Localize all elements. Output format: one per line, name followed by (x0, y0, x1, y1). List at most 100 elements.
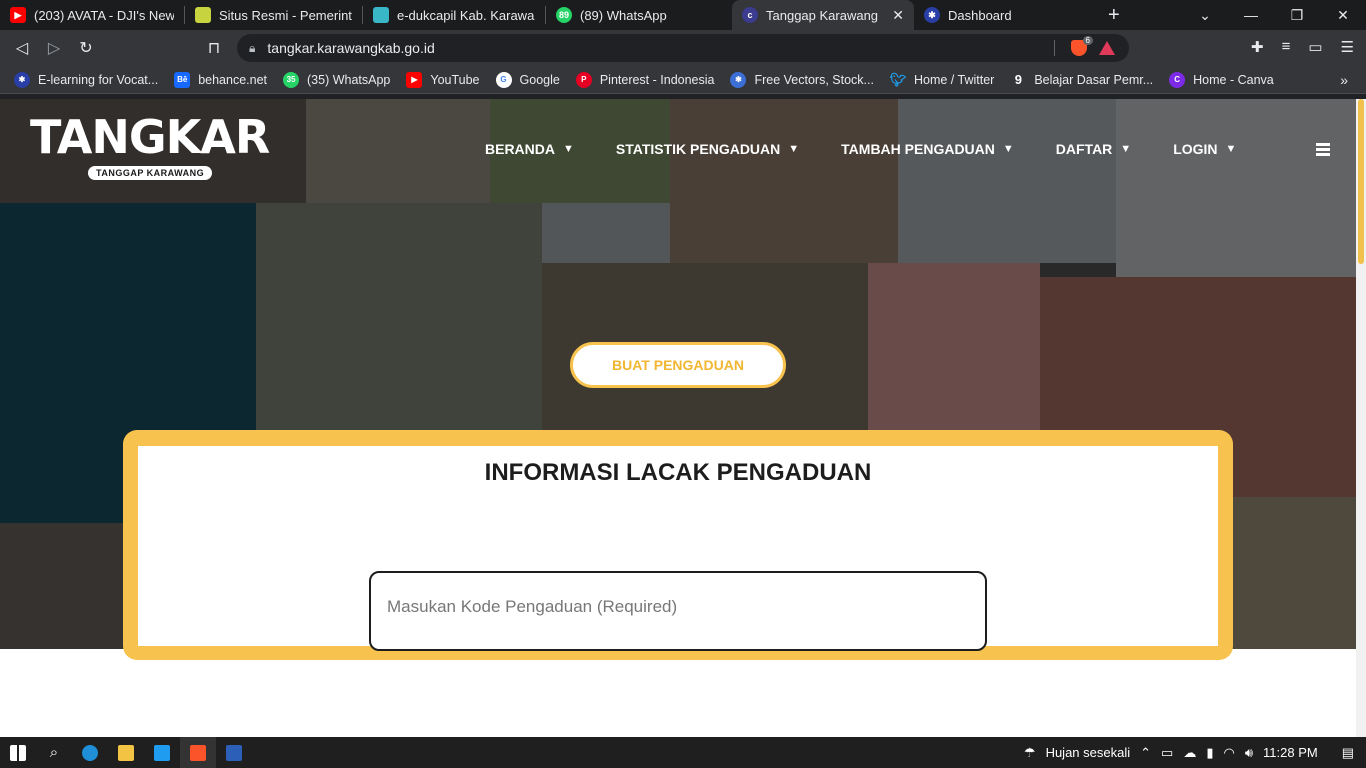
tangkar-logo[interactable]: TANGKAR TANGGAP KARAWANG (30, 110, 270, 181)
bookmark-canva[interactable]: C Home - Canva (1169, 71, 1274, 88)
minimize-button[interactable]: — (1228, 7, 1274, 23)
site-nav: BERANDA ▼ STATISTIK PENGADUAN ▼ TAMBAH PEN… (485, 141, 1278, 157)
tab-title: (203) AVATA - DJI's Newest (34, 7, 174, 23)
playlist-icon[interactable]: ≡ (1282, 38, 1291, 56)
logo-text: TANGKAR (30, 110, 270, 164)
lock-icon: 🔒︎ (249, 40, 256, 55)
battery-icon[interactable]: ▮ (1206, 745, 1213, 761)
reload-icon[interactable]: ↻ (70, 38, 102, 58)
browser-tab-strip: ▶ (203) AVATA - DJI's Newest Situs Resmi… (0, 0, 1366, 30)
bookmark-youtube[interactable]: ▶ YouTube (406, 71, 480, 88)
bookmark-icon[interactable]: ⊓ (198, 38, 230, 58)
menu-icon[interactable]: ☰ (1341, 38, 1354, 56)
google-icon: G (495, 71, 512, 88)
bookmark-twitter[interactable]: 🐦︎ Home / Twitter (889, 71, 995, 88)
nav-beranda[interactable]: BERANDA ▼ (485, 141, 574, 157)
brave-rewards-icon[interactable] (1099, 41, 1115, 55)
bookmark-google[interactable]: G Google (495, 71, 560, 88)
tab-whatsapp[interactable]: 89 (89) WhatsApp (546, 0, 732, 30)
search-icon[interactable]: ⌕ (36, 737, 72, 768)
vscode-icon[interactable] (144, 737, 180, 768)
shield-count: 6 (1082, 36, 1093, 45)
tab-title: e-dukcapil Kab. Karawang (397, 7, 535, 23)
youtube-icon: ▶ (10, 7, 26, 23)
chevron-down-icon: ▼ (1120, 143, 1132, 155)
tab-youtube[interactable]: ▶ (203) AVATA - DJI's Newest (0, 0, 184, 30)
page-scrollbar[interactable] (1356, 99, 1366, 737)
word-icon[interactable] (216, 737, 252, 768)
chevron-down-icon: ▼ (788, 143, 800, 155)
clock-time[interactable]: 11:28 PM (1263, 745, 1318, 760)
pinterest-icon: P (575, 71, 592, 88)
canva-icon: C (1169, 71, 1186, 88)
tab-title: Situs Resmi - Pemerintah D (219, 7, 352, 23)
cloud-icon[interactable]: ☁ (1183, 745, 1196, 761)
tab-situs-resmi[interactable]: Situs Resmi - Pemerintah D (185, 0, 362, 30)
elearning-icon: ✱ (14, 71, 30, 88)
tab-title: Tanggap Karawang (766, 7, 879, 23)
chevron-up-icon[interactable]: ⌃ (1140, 745, 1151, 761)
back-icon[interactable]: ◁ (6, 38, 38, 58)
wallet-icon[interactable]: ▭ (1308, 38, 1322, 56)
whatsapp-icon: 89 (556, 7, 572, 23)
close-tab-icon[interactable]: ✕ (884, 7, 904, 24)
new-tab-button[interactable]: + (1108, 4, 1120, 27)
nav-login[interactable]: LOGIN ▼ (1173, 141, 1236, 157)
tab-title: Dashboard (948, 7, 1012, 23)
bookmark-behance[interactable]: Bē behance.net (174, 71, 267, 88)
address-bar[interactable]: 🔒︎ tangkar.karawangkab.go.id 6 (237, 34, 1129, 62)
bookmark-whatsapp[interactable]: 35 (35) WhatsApp (283, 71, 390, 88)
tab-search-icon[interactable]: ⌄ (1182, 7, 1228, 24)
chevron-down-icon: ▼ (1002, 143, 1014, 155)
bookmark-freevectors[interactable]: ✱ Free Vectors, Stock... (730, 71, 874, 88)
weather-text[interactable]: Hujan sesekali (1046, 745, 1131, 760)
url-text: tangkar.karawangkab.go.id (267, 40, 435, 56)
extensions-icon[interactable]: ✚ (1251, 38, 1264, 56)
chevron-down-icon: ▼ (563, 143, 574, 155)
bookmark-elearning[interactable]: ✱ E-learning for Vocat... (14, 71, 158, 88)
freepik-icon: ✱ (730, 71, 747, 88)
karawang-emblem-icon (195, 7, 211, 23)
youtube-icon: ▶ (406, 71, 423, 88)
volume-icon[interactable]: 🔊︎ (1245, 745, 1253, 761)
buat-pengaduan-button[interactable]: BUAT PENGADUAN (570, 342, 786, 388)
edge-icon[interactable] (72, 737, 108, 768)
close-window-button[interactable]: ✕ (1320, 7, 1366, 24)
window-controls: ⌄ — ❐ ✕ (1182, 0, 1366, 30)
dicoding-icon: 9 (1014, 72, 1022, 87)
bookmark-pinterest[interactable]: P Pinterest - Indonesia (575, 71, 714, 88)
dukcapil-icon (373, 7, 389, 23)
windows-taskbar: ⌕ ☂ Hujan sesekali ⌃ ▭ ☁ ▮ ◠ 🔊︎ 11:28 PM… (0, 737, 1366, 768)
brave-icon[interactable] (180, 737, 216, 768)
bookmark-belajar[interactable]: 9 Belajar Dasar Pemr... (1010, 72, 1153, 88)
bookmarks-overflow-icon[interactable]: » (1340, 72, 1348, 88)
tangkar-icon: c (742, 7, 758, 23)
tab-dashboard[interactable]: ✱ Dashboard (914, 0, 1094, 30)
chevron-down-icon: ▼ (1225, 143, 1237, 155)
complaint-code-input[interactable]: Masukan Kode Pengaduan (Required) (369, 571, 987, 651)
browser-toolbar: ◁ ▷ ↻ ⊓ 🔒︎ tangkar.karawangkab.go.id 6 ✚… (0, 30, 1366, 66)
track-title: INFORMASI LACAK PENGADUAN (484, 459, 872, 486)
maximize-button[interactable]: ❐ (1274, 7, 1320, 24)
nav-tambah-pengaduan[interactable]: TAMBAH PENGADUAN ▼ (841, 141, 1014, 157)
notification-icon[interactable]: ▤ (1342, 745, 1354, 761)
network-tray-icon[interactable]: ▭ (1161, 745, 1173, 761)
file-explorer-icon[interactable] (108, 737, 144, 768)
tab-title: (89) WhatsApp (580, 7, 667, 23)
scrollbar-thumb[interactable] (1358, 99, 1364, 264)
windows-start-icon[interactable] (0, 737, 36, 768)
nav-statistik-pengaduan[interactable]: STATISTIK PENGADUAN ▼ (616, 141, 799, 157)
nav-daftar[interactable]: DAFTAR ▼ (1056, 141, 1131, 157)
dashboard-icon: ✱ (924, 7, 940, 23)
bookmarks-bar: ✱ E-learning for Vocat... Bē behance.net 3… (0, 66, 1366, 94)
behance-icon: Bē (174, 71, 191, 88)
tab-tanggap-karawang[interactable]: c Tanggap Karawang ✕ (732, 0, 914, 30)
hamburger-menu-icon[interactable] (1316, 143, 1330, 158)
logo-subtitle: TANGGAP KARAWANG (88, 166, 213, 180)
twitter-icon: 🐦︎ (889, 71, 907, 87)
forward-icon[interactable]: ▷ (38, 38, 70, 58)
brave-shield-icon[interactable]: 6 (1071, 36, 1093, 56)
tab-dukcapil[interactable]: e-dukcapil Kab. Karawang (363, 0, 545, 30)
wifi-icon[interactable]: ◠ (1223, 745, 1234, 761)
weather-icon: ☂ (1023, 744, 1036, 760)
